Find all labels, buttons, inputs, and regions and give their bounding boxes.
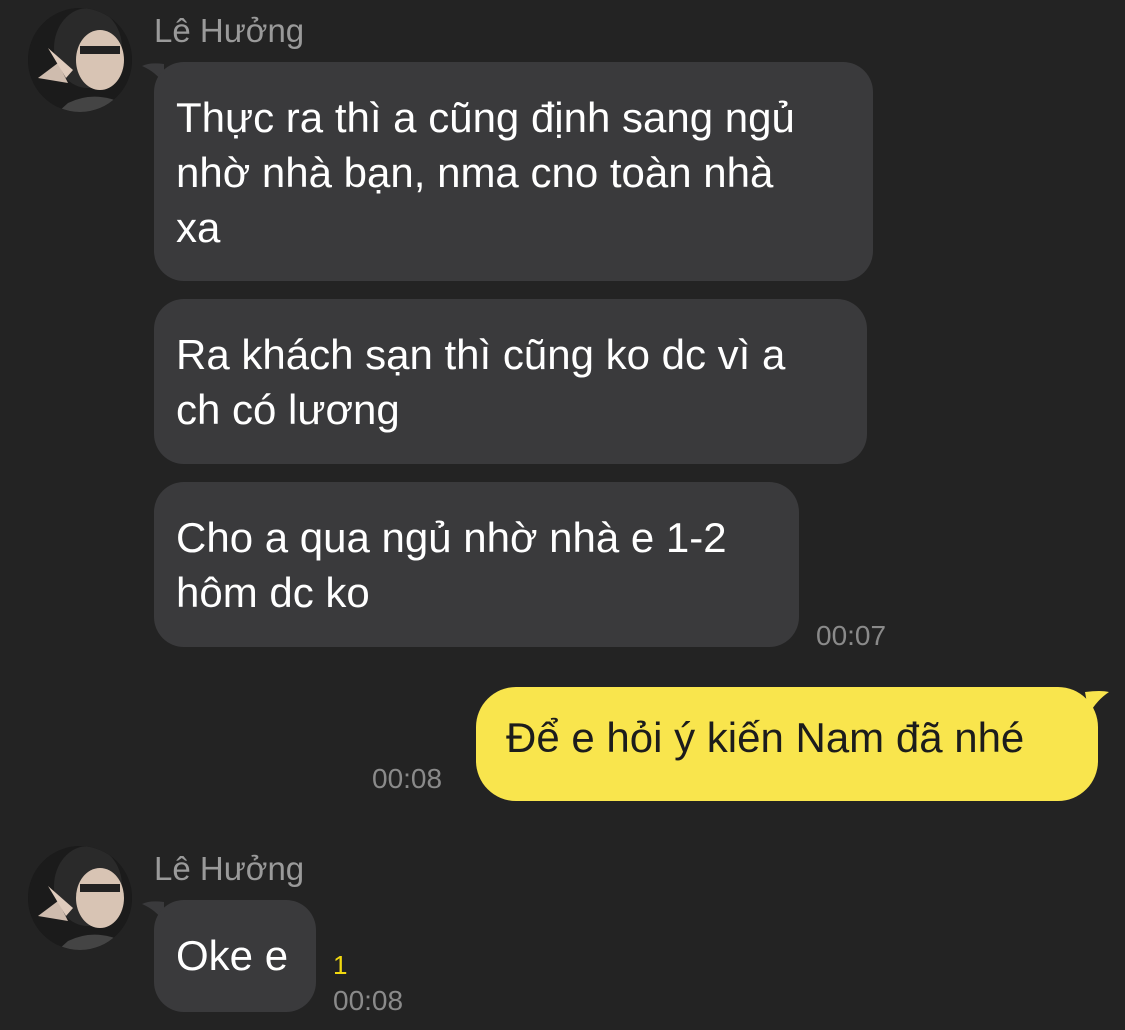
message-timestamp: 00:08 [372,763,443,794]
incoming-message-bubble[interactable]: Ra khách sạn thì cũng ko dc vì a ch có l… [154,299,867,464]
outgoing-message-bubble[interactable]: Để e hỏi ý kiến Nam đã nhé [476,687,1098,801]
sender-name: Lê Hưởng [154,12,305,49]
bubble-tail [1085,691,1109,714]
chat-screen: Lê Hưởng Thực ra thì a cũng định sang ng… [0,0,1125,1030]
unread-count: 1 [333,950,348,980]
message-timestamp: 00:07 [816,620,887,651]
sender-avatar[interactable] [28,8,132,112]
incoming-message-bubble[interactable]: Oke e [154,900,316,1012]
message-timestamp: 00:08 [333,985,404,1016]
sender-avatar[interactable] [28,846,132,950]
incoming-message-bubble[interactable]: Cho a qua ngủ nhờ nhà e 1-2 hôm dc ko [154,482,799,647]
avatar-photo-icon [28,846,132,950]
incoming-message-bubble[interactable]: Thực ra thì a cũng định sang ngủ nhờ nhà… [154,62,873,281]
sender-name: Lê Hưởng [154,850,305,887]
avatar-photo-icon [28,8,132,112]
